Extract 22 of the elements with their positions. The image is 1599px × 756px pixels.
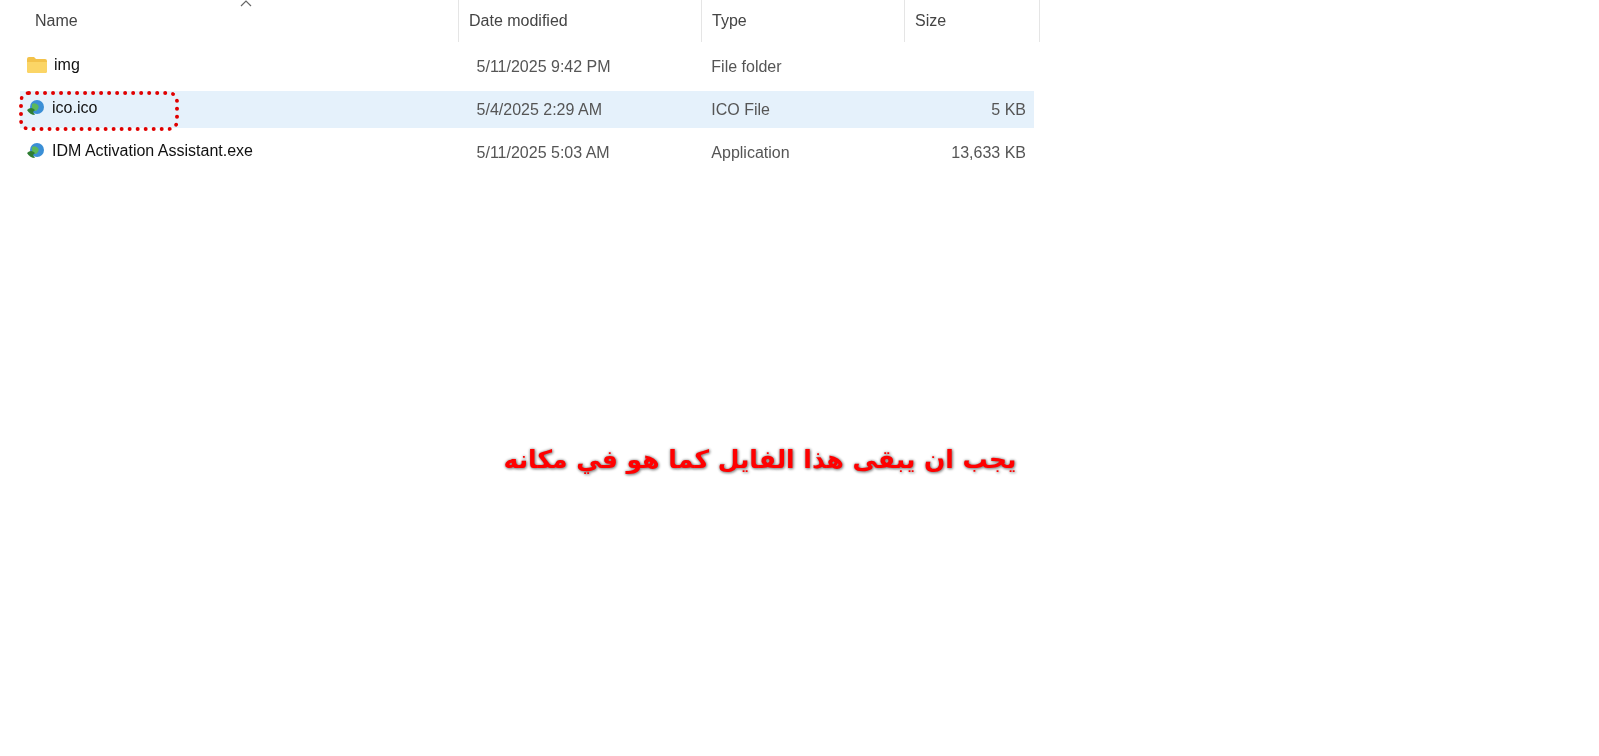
date-modified: 5/11/2025 5:03 AM [476,143,610,161]
annotation-caption: يجب ان يبقى هذا الفايل كما هو في مكانه [502,444,1018,476]
file-row[interactable]: IDM Activation Assistant.exe 5/11/2025 5:03 AM Application 13,633 KB [20,134,1034,171]
file-name: img [54,55,80,74]
file-size: 13,633 KB [951,143,1026,161]
file-row[interactable]: ico.ico 5/4/2025 2:29 AM ICO File 5 KB [20,91,1034,128]
file-name: ico.ico [52,98,98,117]
globe-icon [26,141,46,160]
globe-icon [26,98,46,117]
date-modified: 5/11/2025 9:42 PM [476,57,611,75]
folder-icon [26,55,48,74]
column-header[interactable]: Name [0,0,459,42]
file-size: 5 KB [991,100,1026,118]
date-modified: 5/4/2025 2:29 AM [476,100,602,118]
column-header[interactable]: Size [905,0,1040,42]
column-header[interactable]: Type [702,0,905,42]
file-row[interactable]: img 5/11/2025 9:42 PM File folder [20,48,1034,85]
file-type: ICO File [711,100,770,118]
file-type: Application [711,143,790,161]
column-header[interactable]: Date modified [459,0,702,42]
file-type: File folder [711,57,782,75]
file-name: IDM Activation Assistant.exe [52,141,253,160]
